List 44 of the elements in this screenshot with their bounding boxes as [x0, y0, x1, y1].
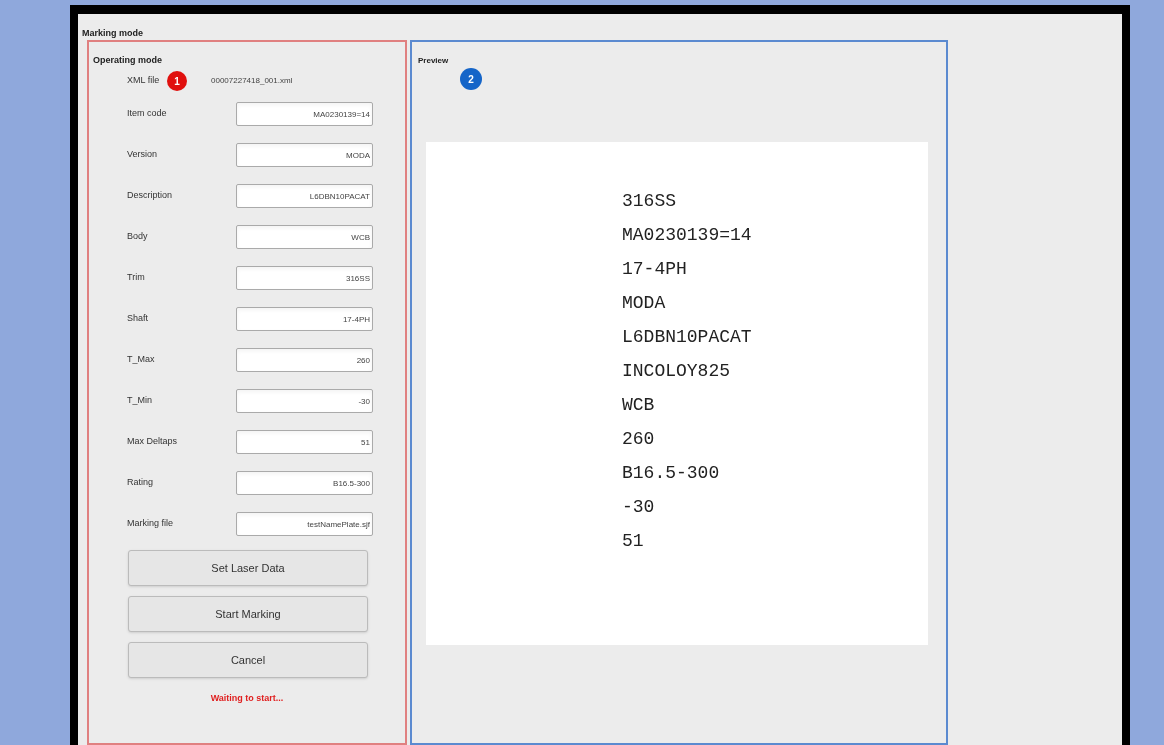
preview-text-line: 260: [622, 428, 656, 450]
input-field[interactable]: B16.5-300: [236, 471, 373, 495]
field-label: Description: [127, 189, 174, 203]
field-label: Version: [127, 148, 159, 162]
input-field[interactable]: testNamePlate.sjf: [236, 512, 373, 536]
preview-text-line: 17-4PH: [622, 258, 688, 280]
field-label: XML file: [127, 74, 161, 88]
input-field[interactable]: L6DBN10PACAT: [236, 184, 373, 208]
input-field[interactable]: 260: [236, 348, 373, 372]
preview-text-line: L6DBN10PACAT: [622, 326, 753, 348]
field-label: Rating: [127, 476, 154, 490]
input-field[interactable]: 51: [236, 430, 373, 454]
field-label: Max Deltaps: [127, 435, 179, 449]
preview-text-line: MODA: [622, 292, 667, 314]
panel-title: Operating mode: [93, 55, 162, 65]
field-label: Shaft: [127, 312, 149, 326]
action-button[interactable]: Set Laser Data: [128, 550, 368, 586]
preview-text-line: INCOLOY825: [622, 360, 732, 382]
input-field[interactable]: WCB: [236, 225, 373, 249]
preview-text-line: -30: [622, 496, 656, 518]
field-label: Item code: [127, 107, 168, 121]
action-button[interactable]: Start Marking: [128, 596, 368, 632]
input-field[interactable]: -30: [236, 389, 373, 413]
status-text: Waiting to start...: [210, 692, 284, 705]
action-button[interactable]: Cancel: [128, 642, 368, 678]
field-label: Trim: [127, 271, 146, 285]
number-badge: 2: [460, 68, 482, 90]
field-label: T_Min: [127, 394, 153, 408]
window-title: Marking mode: [82, 28, 143, 38]
field-label: T_Max: [127, 353, 156, 367]
panel-title: Preview: [418, 56, 449, 65]
preview-text-line: 51: [622, 530, 645, 552]
number-badge: 1: [167, 71, 187, 91]
field-label: Marking file: [127, 517, 174, 531]
preview-text-line: B16.5-300: [622, 462, 721, 484]
preview-text-line: WCB: [622, 394, 656, 416]
file-name: 00007227418_001.xml: [211, 75, 293, 87]
input-field[interactable]: MODA: [236, 143, 373, 167]
preview-text-line: 316SS: [622, 190, 677, 212]
input-field[interactable]: 316SS: [236, 266, 373, 290]
preview-text-line: MA0230139=14: [622, 224, 753, 246]
input-field[interactable]: MA0230139=14: [236, 102, 373, 126]
input-field[interactable]: 17-4PH: [236, 307, 373, 331]
field-label: Body: [127, 230, 149, 244]
